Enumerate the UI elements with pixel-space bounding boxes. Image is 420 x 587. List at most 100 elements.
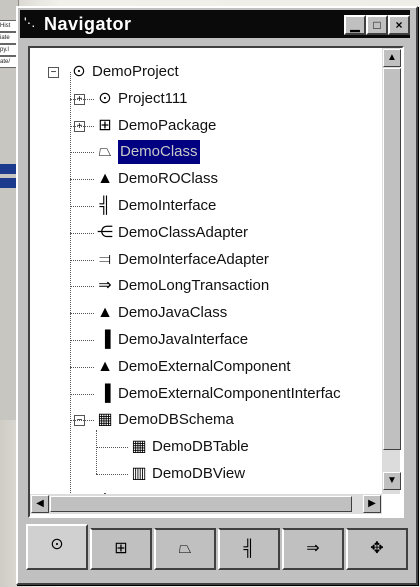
tab-package[interactable]: ⊞ — [90, 528, 152, 570]
navigator-window: '·. Navigator ▁ □ × ⊙ DemoProject − ⊙ Projec… — [16, 6, 418, 585]
maximize-button[interactable]: □ — [366, 15, 388, 35]
navigator-tab-strip: ⊙ ⊞ ⏢ ╣ ⇒ ✥ — [22, 524, 410, 572]
tree-item-label: DemoDBView — [152, 465, 246, 483]
tree-connector — [70, 232, 94, 234]
close-button[interactable]: × — [388, 15, 410, 35]
vertical-scrollbar[interactable]: ▲ ▼ — [382, 48, 401, 494]
db-schema-icon: ▦ — [97, 411, 113, 429]
tree-item-label: DemoROClass — [118, 170, 219, 188]
java-class-icon: ▲ — [97, 304, 113, 322]
tree-connector — [70, 393, 94, 395]
tree-item-demojavaclass[interactable]: ▲ DemoJavaClass — [97, 301, 228, 325]
package-grid-icon: ⊞ — [114, 540, 128, 557]
tab-project[interactable]: ⊙ — [26, 524, 88, 570]
project-target-icon: ⊙ — [72, 63, 86, 80]
tree-connector — [70, 340, 94, 341]
tree-item-demodbschema[interactable]: ▦ DemoDBSchema − — [74, 408, 234, 432]
tree-connector — [70, 152, 94, 154]
horizontal-scroll-thumb[interactable] — [50, 496, 352, 512]
external-component-icon: ▲ — [97, 357, 113, 375]
project-target-icon: ⊙ — [98, 89, 112, 107]
association-icon: ✥ — [370, 540, 384, 557]
tree-item-demointerface[interactable]: ╣ DemoInterface — [99, 194, 217, 218]
tree-item-demoroclass[interactable]: ▲ DemoROClass — [97, 167, 219, 191]
window-title: Navigator — [44, 14, 132, 34]
title-bar[interactable]: '·. Navigator ▁ □ × — [20, 10, 410, 38]
tree-item-demolongtransaction[interactable]: ⇒ DemoLongTransaction — [98, 274, 270, 298]
tree-connector — [96, 474, 128, 475]
scroll-left-icon: ◀ — [36, 498, 44, 509]
tree-spine — [96, 430, 97, 474]
tree-item-demoexternalcomponentinterfac[interactable]: ▐ DemoExternalComponentInterfac — [99, 382, 340, 406]
external-component-interface-icon: ▐ — [99, 384, 111, 402]
interface-plug-icon: ╣ — [99, 197, 111, 214]
project-target-icon: ⊙ — [50, 536, 64, 553]
tree-connector — [70, 366, 94, 368]
tree-connector — [70, 125, 94, 127]
maximize-icon: □ — [373, 18, 381, 32]
transaction-arrow-icon: ⇒ — [98, 277, 112, 295]
transaction-arrow-icon: ⇒ — [306, 540, 320, 557]
tab-interface[interactable]: ╣ — [218, 528, 280, 570]
class-outline-icon: ⏢ — [98, 143, 112, 161]
interface-plug-icon: ╣ — [243, 540, 255, 557]
tree-connector — [70, 313, 94, 315]
tree-item-label: DemoJavaInterface — [118, 331, 249, 349]
tree-item-label: DemoExternalComponent — [118, 357, 291, 375]
tree-connector — [70, 179, 94, 181]
tree-item-label: DemoDBSchema — [118, 411, 234, 429]
tree-item-demointerfaceadapter[interactable]: ⫤ DemoInterfaceAdapter — [99, 248, 269, 272]
java-interface-icon: ▐ — [99, 331, 111, 348]
title-dots-icon: '·. — [24, 14, 36, 30]
collapse-icon[interactable]: − — [48, 67, 59, 78]
tree-item-label: DemoLongTransaction — [118, 277, 270, 295]
minimize-button[interactable]: ▁ — [344, 15, 366, 35]
tree-item-label: DemoProject — [92, 63, 179, 81]
scroll-up-button[interactable]: ▲ — [383, 49, 401, 67]
tab-association[interactable]: ✥ — [346, 528, 408, 570]
tree-item-label: DemoPackage — [118, 116, 217, 134]
tree-item-label: DemoDBTable — [152, 438, 249, 456]
scroll-right-button[interactable]: ▶ — [363, 495, 381, 513]
scroll-left-button[interactable]: ◀ — [31, 495, 49, 513]
tree-item-label: Project111 — [118, 89, 188, 107]
tree-item-demoexternalcomponent[interactable]: ▲ DemoExternalComponent — [97, 355, 291, 379]
tree-item-demojavainterface[interactable]: ▐ DemoJavaInterface — [99, 328, 249, 352]
tree-connector — [70, 259, 94, 261]
tab-transaction[interactable]: ⇒ — [282, 528, 344, 570]
tree-spine — [70, 72, 71, 501]
readonly-class-icon: ▲ — [97, 170, 113, 188]
close-icon: × — [395, 18, 403, 32]
tree-item-label: DemoInterfaceAdapter — [118, 250, 269, 268]
tree-item-label: DemoInterface — [118, 197, 217, 215]
scroll-down-button[interactable]: ▼ — [383, 472, 401, 490]
tree-item-democlassadapter[interactable]: ⋲ DemoClassAdapter — [97, 221, 249, 245]
db-table-icon: ▦ — [131, 438, 147, 456]
horizontal-scrollbar[interactable]: ◀ ▶ — [30, 494, 382, 514]
tree-item-label: DemoClassAdapter — [118, 223, 249, 241]
tree-item-demoproject[interactable]: ⊙ DemoProject − — [48, 60, 179, 84]
class-adapter-icon: ⋲ — [97, 223, 113, 241]
tree-item-project111[interactable]: ⊙ Project111 + — [74, 87, 188, 111]
tree-item-demodbtable[interactable]: ▦ DemoDBTable — [131, 435, 249, 459]
tree-item-label: DemoJavaClass — [118, 304, 228, 322]
tree-item-demopackage[interactable]: ⊞ DemoPackage + — [74, 114, 217, 138]
navigator-tree[interactable]: ⊙ DemoProject − ⊙ Project111 + ⊞ DemoPackage + ⏢ D… — [28, 46, 404, 518]
background-blue-bar — [0, 164, 16, 174]
scroll-up-icon: ▲ — [387, 52, 397, 63]
class-outline-icon: ⏢ — [178, 540, 192, 557]
tree-connector — [70, 420, 94, 422]
tab-class[interactable]: ⏢ — [154, 528, 216, 570]
db-view-icon: ▥ — [131, 465, 147, 482]
tree-connector — [70, 286, 94, 288]
package-grid-icon: ⊞ — [98, 116, 112, 134]
tree-item-label: DemoClass — [118, 140, 200, 165]
background-blue-bar — [0, 178, 16, 188]
vertical-scroll-thumb[interactable] — [383, 68, 401, 450]
scroll-down-icon: ▼ — [387, 475, 397, 486]
tree-connector — [96, 447, 128, 449]
scroll-right-icon: ▶ — [368, 498, 376, 509]
interface-adapter-icon: ⫤ — [98, 250, 112, 268]
tree-item-demodbview[interactable]: ▥ DemoDBView — [131, 462, 246, 486]
tree-item-democlass[interactable]: ⏢ DemoClass — [99, 140, 200, 165]
